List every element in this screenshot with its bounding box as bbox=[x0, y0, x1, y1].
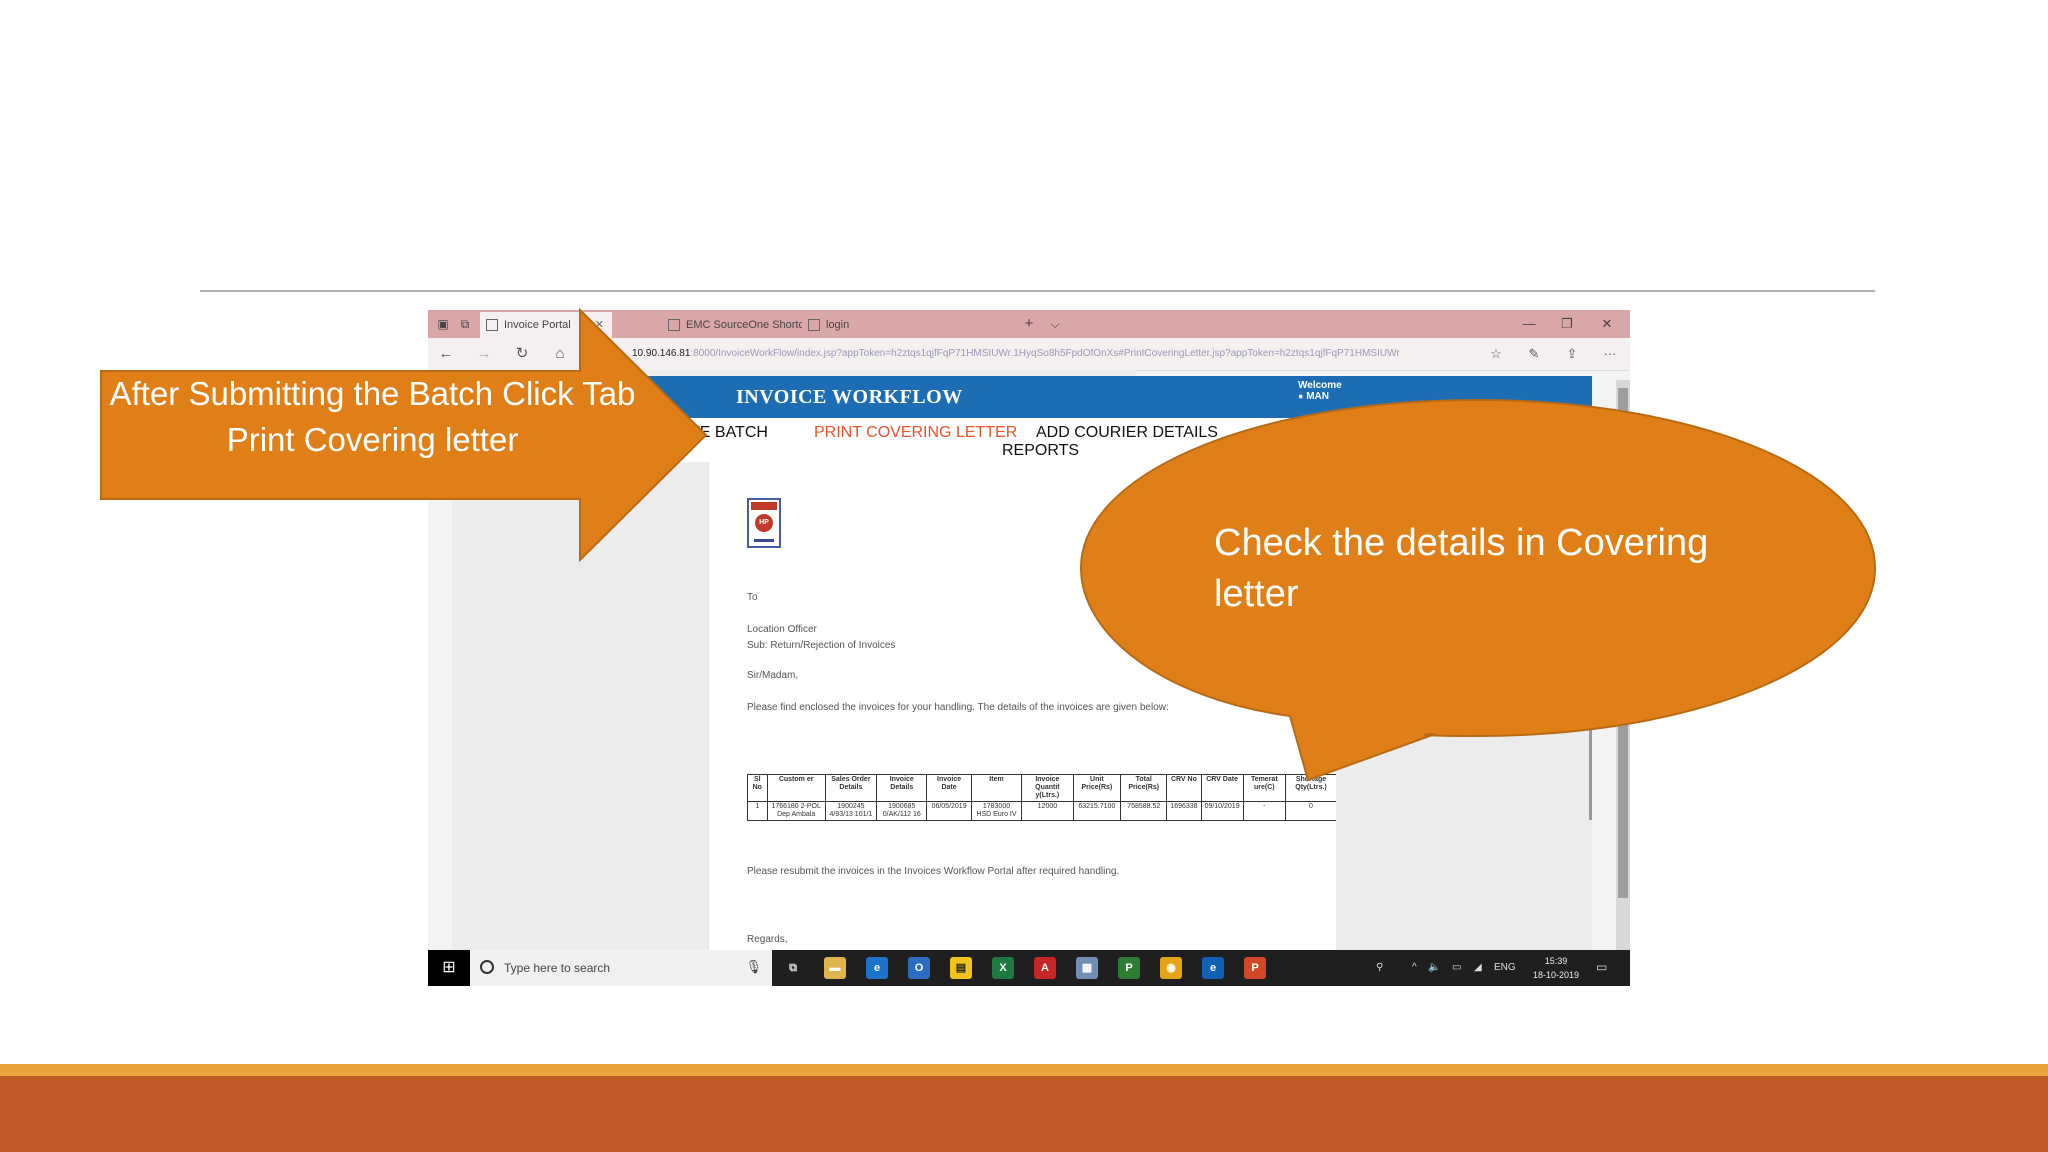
notepad-icon[interactable]: ▦ bbox=[1076, 957, 1098, 979]
edge-icon[interactable]: e bbox=[1202, 957, 1224, 979]
table-cell: 1900245 4/93/13 101/1 bbox=[824, 801, 878, 821]
app-title: INVOICE WORKFLOW bbox=[736, 386, 963, 408]
volume-icon[interactable]: 🔈 bbox=[1428, 962, 1440, 973]
new-tab-icon[interactable]: + bbox=[1020, 315, 1038, 333]
table-cell: 06/05/2019 bbox=[926, 801, 972, 821]
table-row: 1 1766180 2-POL Dep Ambala 1900245 4/93/13… bbox=[747, 801, 1337, 821]
table-cell: 1 bbox=[747, 801, 768, 821]
excel-icon[interactable]: X bbox=[992, 957, 1014, 979]
chevron-down-icon[interactable]: ⌵ bbox=[1046, 315, 1064, 333]
letter-regards: Regards, bbox=[747, 934, 788, 945]
share-icon[interactable]: ⇪ bbox=[1560, 344, 1584, 364]
favorites-icon[interactable]: ☆ bbox=[1484, 344, 1508, 364]
clock-date: 18-10-2019 bbox=[1532, 970, 1580, 980]
footer-band bbox=[0, 1076, 2048, 1152]
table-cell: 1783000 HSD Euro IV bbox=[970, 801, 1023, 821]
tray-chevron-up-icon[interactable]: ^ bbox=[1412, 962, 1417, 973]
nav-reports[interactable]: REPORTS bbox=[1002, 442, 1079, 460]
bubble-callout-text: Check the details in Covering letter bbox=[1214, 522, 1709, 615]
task-view-icon[interactable]: ⧉ bbox=[782, 957, 804, 979]
table-cell: - bbox=[1242, 801, 1287, 821]
letter-recipient: Location Officer bbox=[747, 624, 817, 635]
outlook-icon[interactable]: O bbox=[908, 957, 930, 979]
powerpoint-icon[interactable]: P bbox=[1244, 957, 1266, 979]
cortana-icon bbox=[480, 960, 494, 974]
tab-login[interactable]: login bbox=[802, 312, 892, 338]
acrobat-icon[interactable]: A bbox=[1034, 957, 1056, 979]
clock-time: 15:39 bbox=[1544, 956, 1568, 966]
letter-resubmit: Please resubmit the invoices in the Invo… bbox=[747, 866, 1120, 877]
table-cell: 1900685 0/AK/112 16 bbox=[876, 801, 928, 821]
chrome-icon[interactable]: ◉ bbox=[1160, 957, 1182, 979]
nav-print-covering-letter[interactable]: PRINT COVERING LETTER bbox=[814, 424, 1017, 442]
ie-icon[interactable]: e bbox=[866, 957, 888, 979]
sticky-notes-icon[interactable]: ▤ bbox=[950, 957, 972, 979]
table-cell: 09/10/2019 bbox=[1200, 801, 1244, 821]
table-cell: 0 bbox=[1285, 801, 1337, 821]
windows-taskbar: ⊞ Type here to search 🎙 ⧉ ▬ e O ▤ X A ▦ … bbox=[428, 950, 1630, 986]
project-icon[interactable]: P bbox=[1118, 957, 1140, 979]
table-header-cell: Invoice Quantit y(Ltrs.) bbox=[1021, 774, 1074, 802]
minimize-icon[interactable]: — bbox=[1510, 310, 1548, 338]
logo-text: HP bbox=[755, 514, 773, 532]
taskbar-clock[interactable]: 15:39 18-10-2019 bbox=[1526, 954, 1586, 982]
language-indicator[interactable]: ENG bbox=[1494, 962, 1516, 973]
hp-logo: HP bbox=[747, 498, 781, 548]
url-field[interactable]: 10.90.146.81:8000/InvoiceWorkFlow/index.… bbox=[632, 346, 1462, 362]
arrow-callout-text: After Submitting the Batch Click Tab Pri… bbox=[109, 375, 636, 458]
table-header-cell: Sales Order Details bbox=[824, 774, 878, 802]
footer-accent-stripe bbox=[0, 1064, 2048, 1076]
file-explorer-icon[interactable]: ▬ bbox=[824, 957, 846, 979]
microphone-icon[interactable]: 🎙 bbox=[745, 959, 762, 975]
taskbar-search[interactable]: Type here to search 🎙 bbox=[470, 950, 772, 986]
people-icon[interactable]: ⚲ bbox=[1376, 962, 1383, 973]
restore-icon[interactable]: ❐ bbox=[1548, 310, 1586, 338]
page-icon bbox=[808, 319, 820, 332]
table-cell: 12000 bbox=[1021, 801, 1074, 821]
letter-subject: Sub: Return/Rejection of Invoices bbox=[747, 640, 896, 651]
wifi-icon[interactable]: ◢ bbox=[1474, 962, 1482, 973]
table-header-cell: Item bbox=[970, 774, 1023, 802]
close-window-icon[interactable]: ✕ bbox=[1588, 310, 1626, 338]
table-header-cell: Custom er bbox=[766, 774, 826, 802]
notifications-icon[interactable]: ▭ bbox=[1596, 960, 1607, 974]
letter-salutation: Sir/Madam, bbox=[747, 670, 799, 681]
table-header-cell: Invoice Details bbox=[876, 774, 928, 802]
windows-start-icon[interactable]: ⊞ bbox=[428, 950, 470, 986]
table-cell: 1766180 2-POL Dep Ambala bbox=[766, 801, 826, 821]
table-cell: 1696338 bbox=[1166, 801, 1202, 821]
welcome-label: Welcome bbox=[1298, 380, 1342, 391]
table-header-cell: Invoice Date bbox=[926, 774, 972, 802]
slide-divider bbox=[200, 290, 1875, 292]
table-cell: 758588.52 bbox=[1120, 801, 1168, 821]
battery-icon[interactable]: ▭ bbox=[1452, 962, 1461, 973]
url-path: :8000/InvoiceWorkFlow/index.jsp?appToken… bbox=[690, 348, 1400, 359]
tab-label: login bbox=[826, 319, 850, 331]
more-icon[interactable]: ··· bbox=[1598, 344, 1622, 364]
table-header-cell: Sl No bbox=[747, 774, 768, 802]
letter-to: To bbox=[747, 592, 758, 603]
search-placeholder: Type here to search bbox=[504, 961, 611, 975]
pen-icon[interactable]: ✎ bbox=[1522, 344, 1546, 364]
table-cell: 63215.7100 bbox=[1072, 801, 1122, 821]
